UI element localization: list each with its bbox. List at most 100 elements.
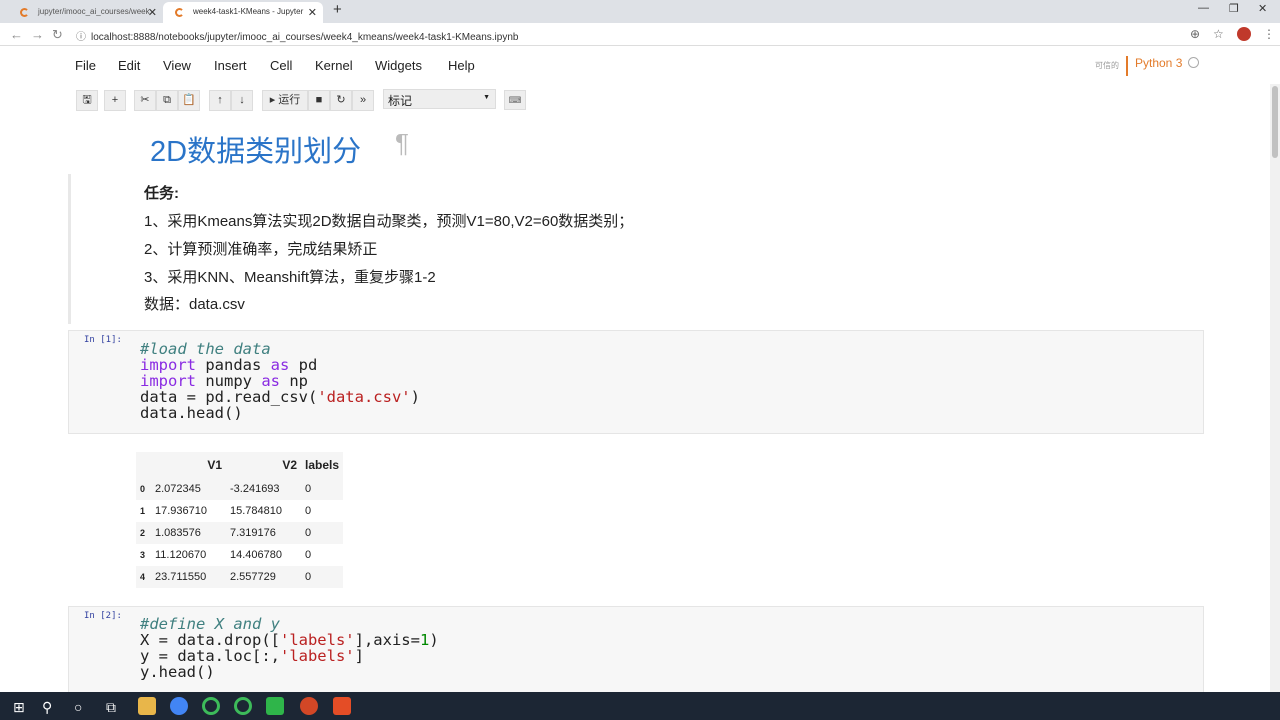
pycharm-icon[interactable] <box>266 697 284 715</box>
stop-icon[interactable]: ■ <box>308 90 330 111</box>
app-icon[interactable] <box>333 697 351 715</box>
data-source-line: 数据：data.csv <box>144 296 245 313</box>
bookmark-star-icon[interactable]: ☆ <box>1213 27 1224 41</box>
menu-widgets[interactable]: Widgets <box>375 58 422 73</box>
reload-icon[interactable]: ↻ <box>52 27 63 43</box>
cell-v1: 11.120670 <box>155 549 207 561</box>
powerpoint-icon[interactable] <box>300 697 318 715</box>
tab-title: jupyter/imooc_ai_courses/week <box>38 7 150 16</box>
run-label: 运行 <box>278 94 301 106</box>
table-row: 3 11.120670 14.406780 0 <box>136 544 343 566</box>
table-row: 4 23.711550 2.557729 0 <box>136 566 344 588</box>
taskbar: ⊞ ⚲ ○ ⧉ <box>0 692 1280 720</box>
scroll-thumb[interactable] <box>1272 86 1278 158</box>
menu-edit[interactable]: Edit <box>118 58 140 73</box>
menu-insert[interactable]: Insert <box>214 58 247 73</box>
browser-tab-directory[interactable]: jupyter/imooc_ai_courses/week ✕ <box>8 2 163 23</box>
table-row: 2 1.083576 7.319176 0 <box>136 522 344 544</box>
move-up-icon[interactable]: ↑ <box>209 90 231 111</box>
cell-v2: 2.557729 <box>230 571 276 583</box>
cell-labels: 0 <box>305 527 312 539</box>
address-bar: ← → ↻ ⓘ localhost:8888/notebooks/jupyter/… <box>0 23 1280 46</box>
cell-v2: 14.406780 <box>230 549 282 561</box>
menu-cell[interactable]: Cell <box>270 58 292 73</box>
cell-labels: 0 <box>305 483 312 495</box>
table-header <box>136 452 151 478</box>
table-header: labels <box>301 452 344 478</box>
jupyter-icon <box>175 8 184 17</box>
cell-v2: 7.319176 <box>230 527 276 539</box>
task-header: 任务: <box>144 185 179 202</box>
url-text: localhost:8888/notebooks/jupyter/imooc_a… <box>91 32 519 43</box>
row-index: 2 <box>140 528 146 538</box>
insert-cell-icon[interactable]: + <box>104 90 126 111</box>
save-icon[interactable]: 🖫 <box>76 90 98 111</box>
avatar[interactable] <box>1237 27 1251 41</box>
info-icon[interactable]: ⓘ <box>76 32 86 43</box>
trusted-indicator[interactable]: 可信的 <box>1095 60 1119 71</box>
kernel-status-icon <box>1188 57 1200 68</box>
kernel-indicator: Python 3 <box>1126 56 1200 76</box>
scrollbar[interactable] <box>1270 84 1280 692</box>
back-icon[interactable]: ← <box>10 27 23 42</box>
menu-view[interactable]: View <box>163 58 191 73</box>
cast-icon[interactable]: ⊕ <box>1190 27 1200 41</box>
restart-icon[interactable]: ↻ <box>330 90 352 111</box>
browser-tab-bar: jupyter/imooc_ai_courses/week ✕ week4-ta… <box>0 0 1280 23</box>
anchor-link-icon[interactable]: ¶ <box>395 128 409 159</box>
notebook-menubar: File Edit View Insert Cell Kernel Widget… <box>0 46 1280 84</box>
cell-type-select[interactable]: 标记 ▼ <box>383 89 496 109</box>
minimize-icon[interactable]: — <box>1198 2 1209 14</box>
cell-v2: 15.784810 <box>230 505 282 517</box>
chrome-icon[interactable] <box>170 697 188 715</box>
app-icon[interactable] <box>234 697 252 715</box>
run-button[interactable]: ▸ 运行 <box>262 90 308 111</box>
table-row: 1 17.936710 15.784810 0 <box>136 500 343 522</box>
jupyter-icon <box>20 8 29 17</box>
row-index: 0 <box>140 484 146 494</box>
new-tab-icon[interactable]: + <box>333 1 342 18</box>
window-close-icon[interactable]: ✕ <box>1258 2 1267 15</box>
row-index: 3 <box>140 550 146 560</box>
row-index: 1 <box>140 506 146 516</box>
more-menu-icon[interactable]: ⋮ <box>1263 27 1275 41</box>
close-icon[interactable]: ✕ <box>308 6 317 19</box>
menu-help[interactable]: Help <box>448 58 475 73</box>
table-header: V1 <box>151 452 226 478</box>
copy-icon[interactable]: ⧉ <box>156 90 178 111</box>
dataframe-output: V1 V2 labels 0 2.072345 -3.241693 0 1 17… <box>136 452 344 588</box>
windows-start-icon[interactable]: ⊞ <box>13 699 25 716</box>
task-line: 2、计算预测准确率，完成结果矫正 <box>144 241 378 258</box>
page-title: 2D数据类别划分 <box>150 136 362 168</box>
close-icon[interactable]: ✕ <box>148 6 157 19</box>
keyboard-icon[interactable]: ⌨ <box>504 90 526 110</box>
cortana-icon[interactable]: ○ <box>74 699 82 715</box>
task-view-icon[interactable]: ⧉ <box>106 699 116 716</box>
app-icon[interactable] <box>202 697 220 715</box>
cell-prompt: In [2]: <box>84 611 122 621</box>
cell-labels: 0 <box>305 571 312 583</box>
code-line: y.head() <box>140 663 215 681</box>
forward-icon[interactable]: → <box>31 27 44 42</box>
cut-icon[interactable]: ✂ <box>134 90 156 111</box>
paste-icon[interactable]: 📋 <box>178 90 200 111</box>
cell-v1: 17.936710 <box>155 505 207 517</box>
fast-forward-icon[interactable]: » <box>352 90 374 111</box>
task-line: 1、采用Kmeans算法实现2D数据自动聚类，预测V1=80,V2=60数据类别… <box>144 213 634 230</box>
notebook-toolbar: 🖫 + ✂ ⧉ 📋 ↑ ↓ ▸ 运行 ■ ↻ » <box>0 84 1280 116</box>
cell-prompt: In [1]: <box>84 335 122 345</box>
cell-v1: 1.083576 <box>155 527 201 539</box>
search-icon[interactable]: ⚲ <box>42 699 52 716</box>
cell-labels: 0 <box>305 549 312 561</box>
url-field[interactable]: ⓘ localhost:8888/notebooks/jupyter/imooc_… <box>76 28 518 43</box>
table-row: 0 2.072345 -3.241693 0 <box>136 478 344 500</box>
move-down-icon[interactable]: ↓ <box>231 90 253 111</box>
menu-file[interactable]: File <box>75 58 96 73</box>
chevron-down-icon: ▼ <box>483 94 490 101</box>
file-explorer-icon[interactable] <box>138 697 156 715</box>
menu-kernel[interactable]: Kernel <box>315 58 353 73</box>
maximize-icon[interactable]: ❐ <box>1229 2 1239 15</box>
notebook-area: 2D数据类别划分 ¶ 任务: 1、采用Kmeans算法实现2D数据自动聚类，预测… <box>0 116 1270 692</box>
browser-tab-notebook[interactable]: week4-task1-KMeans - Jupyter ✕ <box>163 2 323 23</box>
task-line: 3、采用KNN、Meanshift算法，重复步骤1-2 <box>144 269 436 286</box>
